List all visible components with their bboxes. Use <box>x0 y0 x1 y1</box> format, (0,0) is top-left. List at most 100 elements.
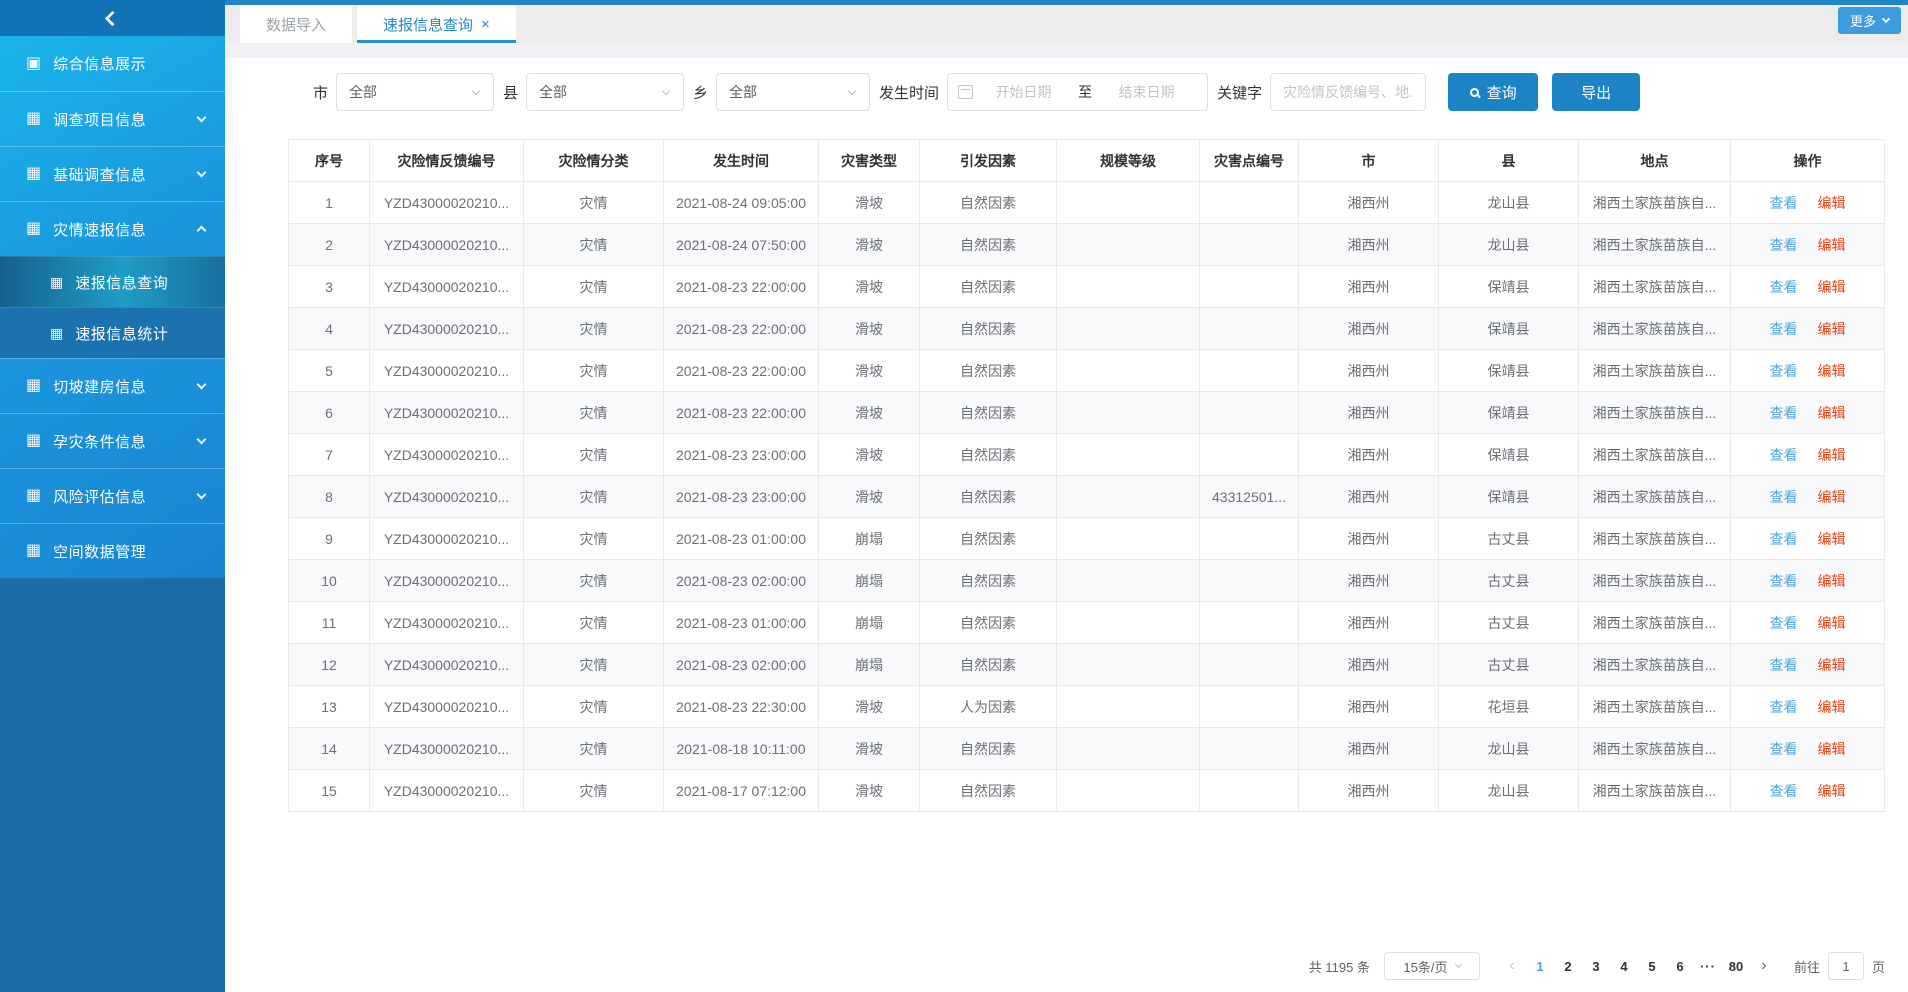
cell-time: 2021-08-23 22:00:00 <box>664 266 819 308</box>
edit-link[interactable]: 编辑 <box>1818 615 1846 631</box>
chevron-down-icon <box>197 168 207 178</box>
cell-type: 滑坡 <box>819 392 920 434</box>
edit-link[interactable]: 编辑 <box>1818 237 1846 253</box>
cell-type: 滑坡 <box>819 770 920 812</box>
edit-link[interactable]: 编辑 <box>1818 321 1846 337</box>
view-link[interactable]: 查看 <box>1770 489 1798 505</box>
edit-link[interactable]: 编辑 <box>1818 531 1846 547</box>
cell-type: 崩塌 <box>819 644 920 686</box>
town-select[interactable]: 全部 <box>716 73 870 111</box>
cell-location: 湘西土家族苗族自... <box>1579 602 1731 644</box>
cell-county: 保靖县 <box>1439 392 1579 434</box>
edit-link[interactable]: 编辑 <box>1818 489 1846 505</box>
cell-location: 湘西土家族苗族自... <box>1579 686 1731 728</box>
edit-link[interactable]: 编辑 <box>1818 573 1846 589</box>
view-link[interactable]: 查看 <box>1770 237 1798 253</box>
cell-time: 2021-08-23 22:30:00 <box>664 686 819 728</box>
goto-page-input[interactable] <box>1828 952 1864 980</box>
edit-link[interactable]: 编辑 <box>1818 279 1846 295</box>
sidebar-item-3[interactable]: ▦灾情速报信息 <box>0 201 225 256</box>
page-number-5[interactable]: 5 <box>1638 959 1666 974</box>
cell-time: 2021-08-24 07:50:00 <box>664 224 819 266</box>
sidebar-item-2[interactable]: ▦基础调查信息 <box>0 146 225 201</box>
cell-type: 滑坡 <box>819 434 920 476</box>
more-button[interactable]: 更多 <box>1838 7 1901 34</box>
view-link[interactable]: 查看 <box>1770 783 1798 799</box>
chevron-down-icon <box>197 113 207 123</box>
sidebar-item-label: 调查项目信息 <box>53 109 198 130</box>
edit-link[interactable]: 编辑 <box>1818 657 1846 673</box>
sidebar-item-label: 灾情速报信息 <box>53 219 198 240</box>
tab-close-icon[interactable]: × <box>481 17 490 32</box>
sidebar-item-9[interactable]: ▦空间数据管理 <box>0 523 225 578</box>
cell-point_id <box>1200 644 1299 686</box>
page-number-80[interactable]: 80 <box>1722 959 1750 974</box>
cell-location: 湘西土家族苗族自... <box>1579 560 1731 602</box>
view-link[interactable]: 查看 <box>1770 405 1798 421</box>
next-page-button[interactable]: › <box>1750 957 1778 975</box>
sidebar-item-6[interactable]: ▦切坡建房信息 <box>0 358 225 413</box>
cell-index: 7 <box>289 434 370 476</box>
cell-scale <box>1057 518 1200 560</box>
edit-link[interactable]: 编辑 <box>1818 741 1846 757</box>
cell-factor: 人为因素 <box>920 686 1057 728</box>
column-header-6: 规模等级 <box>1057 140 1200 182</box>
edit-link[interactable]: 编辑 <box>1818 405 1846 421</box>
column-header-3: 发生时间 <box>664 140 819 182</box>
county-select[interactable]: 全部 <box>526 73 684 111</box>
sidebar-item-1[interactable]: ▦调查项目信息 <box>0 91 225 146</box>
sidebar-item-5[interactable]: ▦速报信息统计 <box>0 307 225 358</box>
sidebar-item-7[interactable]: ▦孕灾条件信息 <box>0 413 225 468</box>
date-range-picker[interactable]: 开始日期 至 结束日期 <box>947 73 1208 111</box>
keyword-input[interactable] <box>1270 73 1426 111</box>
tab-1[interactable]: 速报信息查询× <box>357 5 516 43</box>
view-link[interactable]: 查看 <box>1770 447 1798 463</box>
edit-link[interactable]: 编辑 <box>1818 783 1846 799</box>
sidebar-item-4[interactable]: ▦速报信息查询 <box>0 256 225 307</box>
sidebar-item-label: 切坡建房信息 <box>53 376 198 397</box>
page-size-select[interactable]: 15条/页 <box>1384 952 1480 980</box>
page-number-1[interactable]: 1 <box>1526 959 1554 974</box>
city-select[interactable]: 全部 <box>336 73 494 111</box>
view-link[interactable]: 查看 <box>1770 741 1798 757</box>
view-link[interactable]: 查看 <box>1770 657 1798 673</box>
sidebar-item-0[interactable]: ▣综合信息展示 <box>0 36 225 91</box>
view-link[interactable]: 查看 <box>1770 321 1798 337</box>
sidebar-item-8[interactable]: ▦风险评估信息 <box>0 468 225 523</box>
edit-link[interactable]: 编辑 <box>1818 447 1846 463</box>
query-button[interactable]: 查询 <box>1448 73 1538 111</box>
cell-operations: 查看 编辑 <box>1731 686 1885 728</box>
column-header-4: 灾害类型 <box>819 140 920 182</box>
cell-city: 湘西州 <box>1299 518 1439 560</box>
view-link[interactable]: 查看 <box>1770 531 1798 547</box>
edit-link[interactable]: 编辑 <box>1818 699 1846 715</box>
view-link[interactable]: 查看 <box>1770 699 1798 715</box>
cell-scale <box>1057 602 1200 644</box>
cell-operations: 查看 编辑 <box>1731 392 1885 434</box>
view-link[interactable]: 查看 <box>1770 363 1798 379</box>
view-link[interactable]: 查看 <box>1770 279 1798 295</box>
page-number-4[interactable]: 4 <box>1610 959 1638 974</box>
cell-city: 湘西州 <box>1299 266 1439 308</box>
cell-county: 保靖县 <box>1439 350 1579 392</box>
city-select-value: 全部 <box>349 82 473 102</box>
cell-location: 湘西土家族苗族自... <box>1579 434 1731 476</box>
edit-link[interactable]: 编辑 <box>1818 363 1846 379</box>
tab-0[interactable]: 数据导入 <box>240 5 352 43</box>
cell-feedback_id: YZD43000020210... <box>370 560 524 602</box>
sidebar-collapse-button[interactable] <box>0 0 225 36</box>
export-button[interactable]: 导出 <box>1552 73 1640 111</box>
edit-link[interactable]: 编辑 <box>1818 195 1846 211</box>
page-number-2[interactable]: 2 <box>1554 959 1582 974</box>
page-number-6[interactable]: 6 <box>1666 959 1694 974</box>
cell-factor: 自然因素 <box>920 350 1057 392</box>
column-header-11: 操作 <box>1731 140 1885 182</box>
view-link[interactable]: 查看 <box>1770 573 1798 589</box>
pagination-bar: 共 1195 条 15条/页 ‹ 123456···80 › 前往 页 <box>1309 952 1885 980</box>
prev-page-button[interactable]: ‹ <box>1498 957 1526 975</box>
view-link[interactable]: 查看 <box>1770 615 1798 631</box>
chevron-down-icon <box>472 86 480 94</box>
view-link[interactable]: 查看 <box>1770 195 1798 211</box>
cell-category: 灾情 <box>524 560 664 602</box>
page-number-3[interactable]: 3 <box>1582 959 1610 974</box>
